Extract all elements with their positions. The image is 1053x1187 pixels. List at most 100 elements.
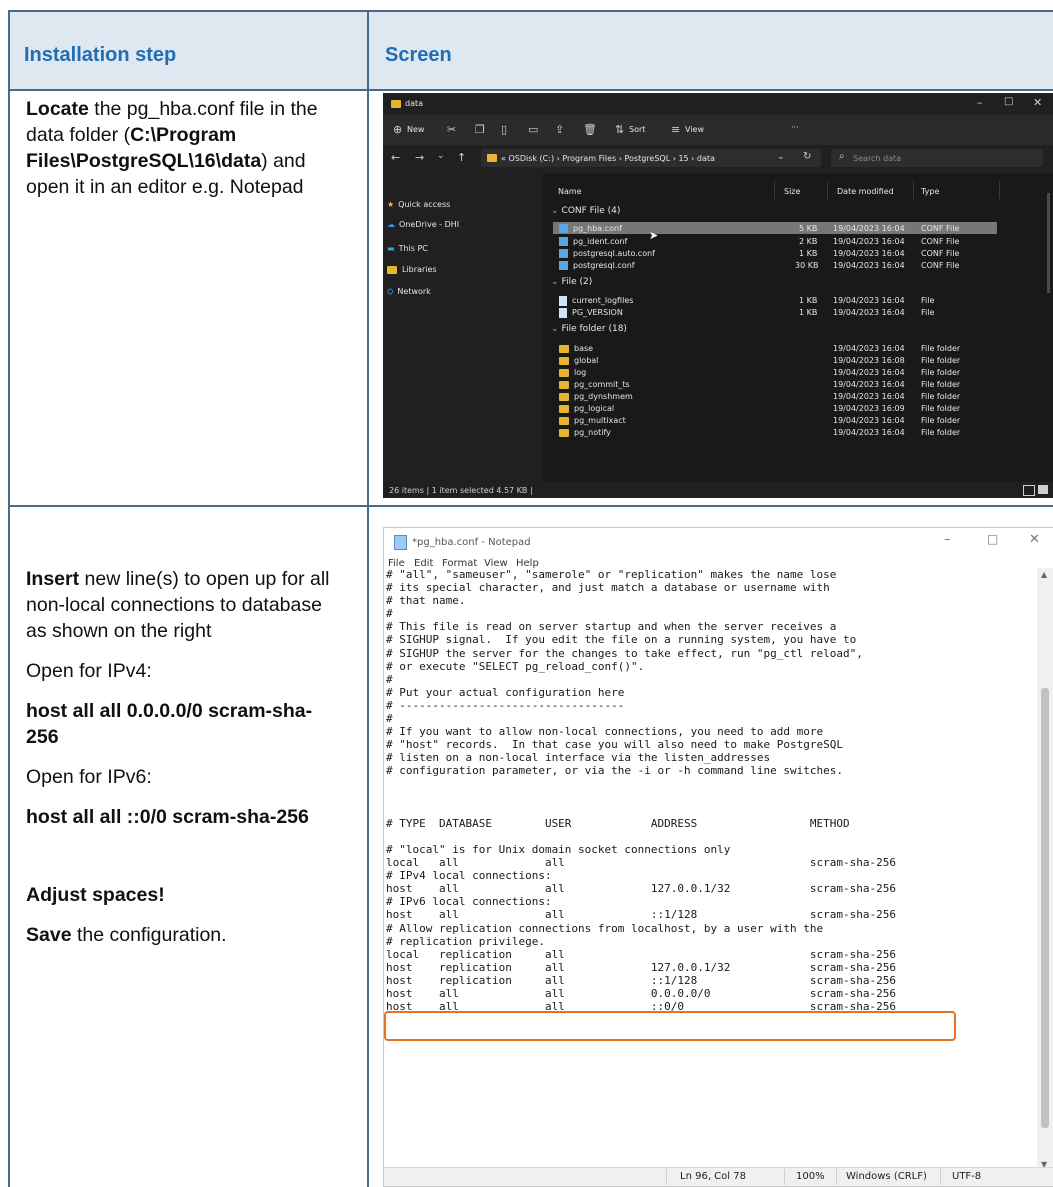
- delete-icon[interactable]: 🗑: [583, 123, 597, 136]
- file-row[interactable]: postgresql.conf 30 KB 19/04/2023 16:04 C…: [559, 260, 999, 271]
- address-field[interactable]: « OSDisk (C:) › Program Files › PostgreS…: [481, 149, 821, 167]
- editor-line: # If you want to allow non-local connect…: [386, 725, 824, 739]
- cut-icon[interactable]: ✂: [447, 123, 456, 136]
- nav-this-pc[interactable]: ▬ This PC: [387, 243, 428, 254]
- file-type: File folder: [921, 416, 961, 425]
- status-divider: [666, 1169, 667, 1185]
- file-date: 19/04/2023 16:04: [833, 344, 905, 353]
- new-button[interactable]: New: [407, 125, 424, 134]
- cursor-position: Ln 96, Col 78: [680, 1171, 746, 1182]
- group-folder[interactable]: ⌄ File folder (18): [551, 324, 627, 335]
- view-icon[interactable]: ≡: [671, 123, 680, 136]
- file-name: log: [574, 368, 587, 377]
- folder-row[interactable]: log 19/04/2023 16:04 File folder: [559, 367, 999, 378]
- group-conf[interactable]: ⌄ CONF File (4): [551, 206, 620, 217]
- details-view-icon[interactable]: [1023, 485, 1035, 496]
- file-type: File: [921, 296, 935, 305]
- header-screen-label: Screen: [385, 44, 452, 66]
- explorer-addressbar: ← → ⌄ ↑ « OSDisk (C:) › Program Files › …: [383, 145, 1053, 171]
- folder-icon: [559, 404, 569, 413]
- editor-line: # that name.: [386, 594, 466, 608]
- paste-icon[interactable]: ▯: [501, 123, 507, 136]
- table-column-divider: [367, 10, 369, 1187]
- file-row[interactable]: PG_VERSION 1 KB 19/04/2023 16:04 File: [559, 307, 999, 318]
- header-step-label: Installation step: [24, 44, 177, 66]
- file-icon: [559, 307, 567, 318]
- folder-row[interactable]: global 19/04/2023 16:08 File folder: [559, 355, 999, 366]
- back-icon[interactable]: ←: [391, 151, 400, 164]
- group-label: File folder (18): [561, 324, 627, 334]
- notepad-statusbar: Ln 96, Col 78 100% Windows (CRLF) UTF-8: [384, 1167, 1053, 1186]
- folder-row[interactable]: base 19/04/2023 16:04 File folder: [559, 343, 999, 354]
- file-row[interactable]: postgresql.auto.conf 1 KB 19/04/2023 16:…: [559, 248, 999, 259]
- column-size[interactable]: Size: [784, 186, 800, 197]
- folder-row[interactable]: pg_notify 19/04/2023 16:04 File folder: [559, 427, 999, 438]
- file-type: File folder: [921, 404, 961, 413]
- forward-icon[interactable]: →: [415, 151, 424, 164]
- minimize-icon[interactable]: –: [944, 532, 951, 547]
- computer-icon: ▬: [387, 244, 395, 253]
- nav-quick-access[interactable]: ★ Quick access: [387, 199, 450, 210]
- nav-label: Quick access: [398, 200, 451, 209]
- copy-icon[interactable]: ❐: [475, 123, 485, 136]
- inserted-lines-highlight: [384, 1011, 956, 1041]
- share-icon[interactable]: ⇪: [555, 123, 564, 136]
- folder-row[interactable]: pg_logical 19/04/2023 16:09 File folder: [559, 403, 999, 414]
- search-field[interactable]: ⌕ Search data: [831, 149, 1043, 167]
- close-icon[interactable]: ✕: [1029, 532, 1040, 547]
- column-date[interactable]: Date modified: [837, 186, 894, 197]
- folder-icon: [559, 368, 569, 377]
- maximize-icon[interactable]: □: [1004, 96, 1013, 107]
- file-name: pg_notify: [574, 428, 611, 437]
- view-button[interactable]: View: [685, 125, 704, 134]
- up-icon[interactable]: ↑: [457, 151, 466, 164]
- conf-file-icon: [559, 224, 568, 233]
- file-date: 19/04/2023 16:09: [833, 404, 905, 413]
- editor-line: host replication all ::1/128 scram-sha-2…: [386, 973, 896, 987]
- minimize-icon[interactable]: –: [977, 96, 983, 109]
- column-divider: [999, 181, 1000, 199]
- more-button[interactable]: ···: [791, 123, 799, 132]
- sort-button[interactable]: Sort: [629, 125, 645, 134]
- folder-icon: [559, 380, 569, 389]
- editor-line: # SIGHUP the server for the changes to t…: [386, 646, 863, 660]
- folder-row[interactable]: pg_multixact 19/04/2023 16:04 File folder: [559, 415, 999, 426]
- step2-adjust: Adjust spaces!: [26, 884, 165, 906]
- recent-icon[interactable]: ⌄: [437, 151, 445, 161]
- tiles-view-icon[interactable]: [1038, 485, 1048, 494]
- close-icon[interactable]: ✕: [1033, 96, 1042, 109]
- rename-icon[interactable]: ▭: [528, 123, 538, 136]
- editor-line: # "host" records. In that case you will …: [386, 738, 843, 752]
- nav-label: Libraries: [402, 265, 437, 274]
- new-icon[interactable]: ⊕: [393, 123, 402, 136]
- maximize-icon[interactable]: □: [987, 532, 998, 546]
- nav-libraries[interactable]: Libraries: [387, 264, 437, 275]
- file-row[interactable]: pg_hba.conf 5 KB 19/04/2023 16:04 CONF F…: [559, 223, 999, 234]
- column-type[interactable]: Type: [921, 186, 939, 197]
- nav-onedrive[interactable]: ☁ OneDrive - DHI: [387, 219, 459, 230]
- file-type: File: [921, 308, 935, 317]
- scroll-thumb[interactable]: [1041, 688, 1049, 1128]
- editor-line: # ----------------------------------: [386, 698, 625, 712]
- scroll-up-icon[interactable]: ▲: [1041, 570, 1047, 579]
- folder-row[interactable]: pg_commit_ts 19/04/2023 16:04 File folder: [559, 379, 999, 390]
- explorer-status-text: 26 items | 1 item selected 4.57 KB |: [389, 486, 533, 495]
- nav-network[interactable]: ⛭ Network: [387, 286, 431, 297]
- group-file[interactable]: ⌄ File (2): [551, 277, 592, 288]
- column-name[interactable]: Name: [558, 186, 582, 197]
- notepad-editor[interactable]: # "all", "sameuser", "samerole" or "repl…: [384, 568, 1037, 1173]
- sort-icon[interactable]: ⇅: [615, 123, 624, 136]
- refresh-icon[interactable]: ↻: [803, 151, 811, 162]
- step1-text: Locate the pg_hba.conf file in the data …: [26, 96, 336, 200]
- folder-row[interactable]: pg_dynshmem 19/04/2023 16:04 File folder: [559, 391, 999, 402]
- file-row[interactable]: current_logfiles 1 KB 19/04/2023 16:04 F…: [559, 295, 999, 306]
- address-dropdown-icon[interactable]: ⌄: [777, 152, 785, 162]
- file-row[interactable]: pg_ident.conf 2 KB 19/04/2023 16:04 CONF…: [559, 236, 999, 247]
- cloud-icon: ☁: [387, 220, 395, 229]
- file-size: 1 KB: [799, 296, 818, 305]
- file-type: File folder: [921, 356, 961, 365]
- vertical-scrollbar[interactable]: ▲ ▼: [1037, 568, 1053, 1173]
- explorer-scrollbar[interactable]: [1047, 193, 1050, 293]
- zoom-level: 100%: [796, 1171, 825, 1182]
